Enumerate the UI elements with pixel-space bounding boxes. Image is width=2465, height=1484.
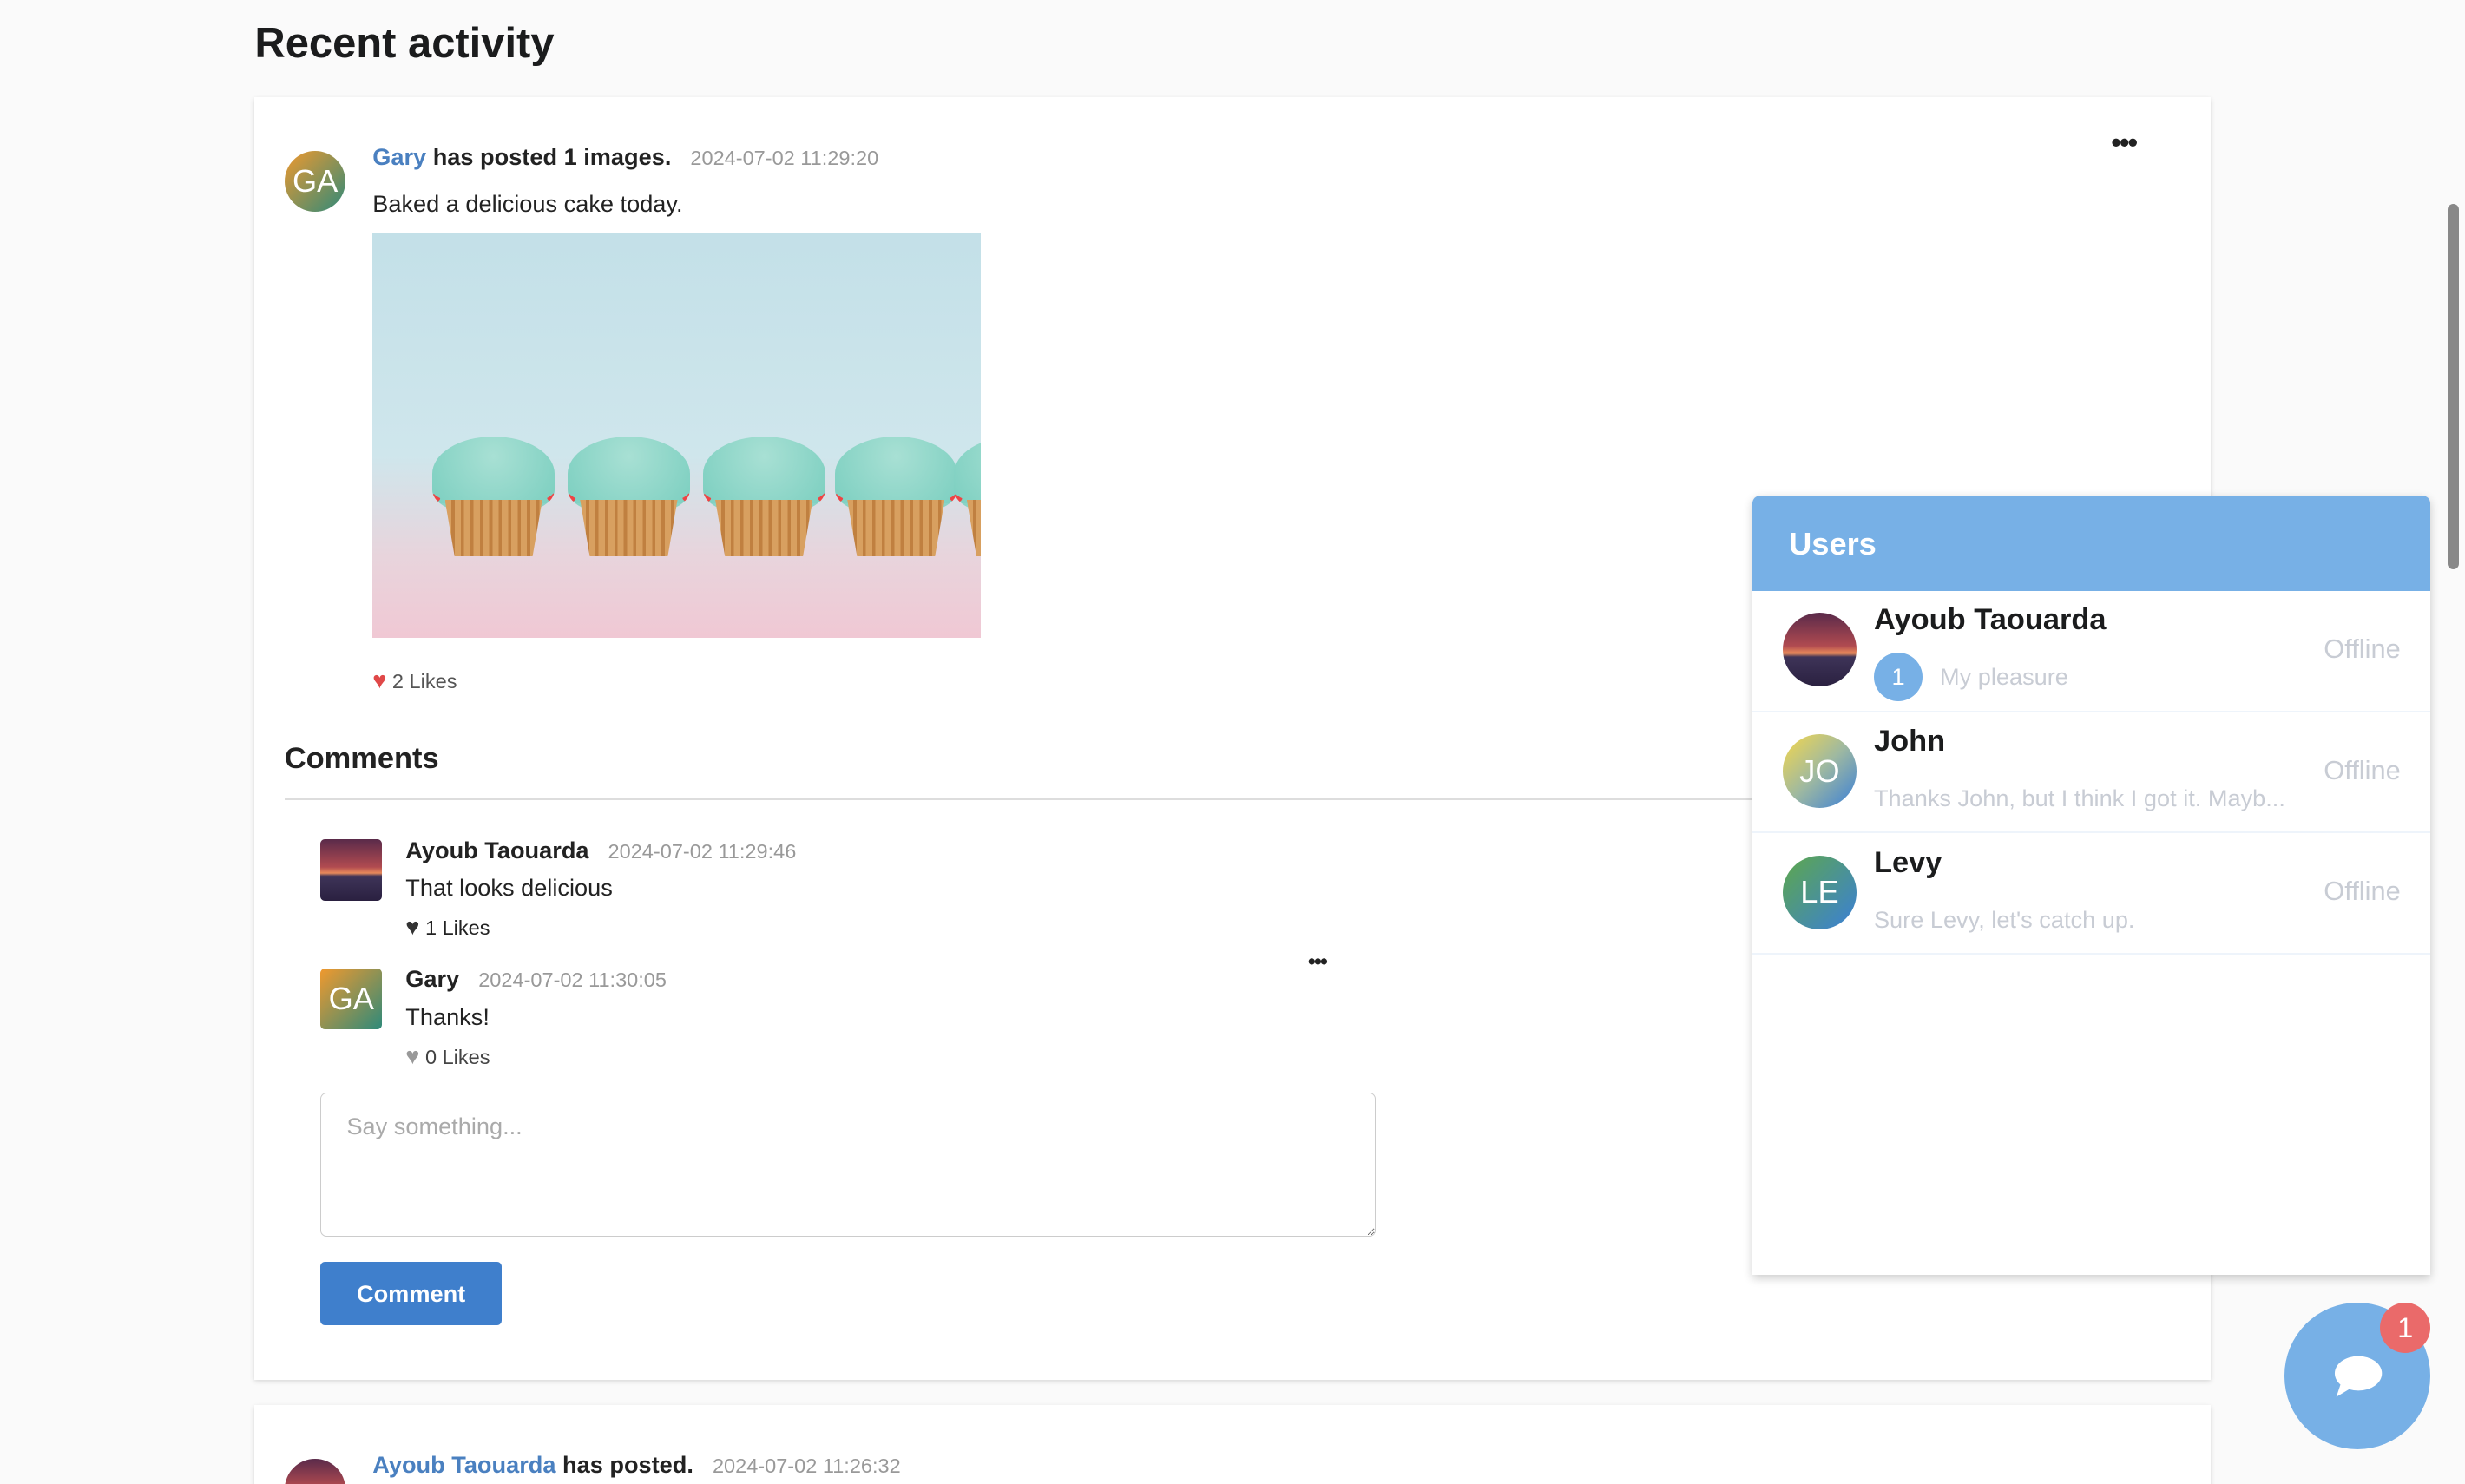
timestamp: 2024-07-02 11:26:32 xyxy=(712,1454,901,1477)
post-image[interactable] xyxy=(372,233,982,639)
avatar[interactable]: GA xyxy=(320,968,383,1030)
last-message: Thanks John, but I think I got it. Mayb.… xyxy=(1873,784,2285,811)
user-name: Ayoub Taouarda xyxy=(1873,603,2107,637)
avatar: JO xyxy=(1782,733,1857,809)
user-name: Levy xyxy=(1873,845,1942,879)
user-name: John xyxy=(1873,725,1946,758)
user-item[interactable]: LE Levy Sure Levy, let's catch up. Offli… xyxy=(1752,833,2431,955)
author-link[interactable]: Gary xyxy=(372,143,426,170)
user-status: Offline xyxy=(2324,754,2401,785)
like-button[interactable]: ♥ 0 Likes xyxy=(405,1042,490,1070)
like-button[interactable]: ♥ 2 Likes xyxy=(372,666,457,694)
comment-button[interactable]: Comment xyxy=(320,1262,502,1325)
avatar[interactable] xyxy=(320,839,383,901)
likes-count: 1 Likes xyxy=(424,916,490,940)
comment-text: That looks delicious xyxy=(405,874,613,901)
post-action: has posted. xyxy=(562,1450,693,1478)
page-title: Recent activity xyxy=(254,19,555,67)
timestamp: 2024-07-02 11:30:05 xyxy=(478,969,667,992)
comment-author[interactable]: Ayoub Taouarda xyxy=(405,837,588,863)
post-action: has posted 1 images. xyxy=(432,142,672,170)
more-options-icon[interactable]: ••• xyxy=(2111,126,2138,159)
user-status: Offline xyxy=(2324,633,2401,664)
avatar: LE xyxy=(1782,855,1857,929)
user-item[interactable]: Ayoub Taouarda 1 My pleasure Offline xyxy=(1752,591,2431,712)
users-panel-title: Users xyxy=(1752,495,2431,591)
activity-post: Ayoub Taouarda has posted. 2024-07-02 11… xyxy=(254,1405,2211,1484)
post-header: Ayoub Taouarda has posted. 2024-07-02 11… xyxy=(372,1451,900,1479)
users-panel: Users Ayoub Taouarda 1 My pleasure Offlin… xyxy=(1752,495,2431,1275)
comments-title: Comments xyxy=(284,741,439,775)
more-options-icon[interactable]: ••• xyxy=(1308,949,1328,975)
scrollbar[interactable] xyxy=(2448,204,2459,569)
like-button[interactable]: ♥ 1 Likes xyxy=(405,913,490,941)
avatar[interactable] xyxy=(284,1458,346,1484)
comment-author[interactable]: Gary xyxy=(405,965,459,992)
comment-header: Gary 2024-07-02 11:30:05 xyxy=(405,965,667,993)
heart-icon: ♥ xyxy=(372,666,387,693)
timestamp: 2024-07-02 11:29:46 xyxy=(608,839,797,863)
comment-header: Ayoub Taouarda 2024-07-02 11:29:46 xyxy=(405,837,796,864)
author-link[interactable]: Ayoub Taouarda xyxy=(372,1451,555,1478)
user-status: Offline xyxy=(2324,876,2401,907)
post-text: Baked a delicious cake today. xyxy=(372,190,683,218)
unread-badge: 1 xyxy=(1873,652,1923,701)
comment-input[interactable] xyxy=(320,1092,1376,1238)
timestamp: 2024-07-02 11:29:20 xyxy=(690,146,879,169)
comment-text: Thanks! xyxy=(405,1002,490,1030)
last-message: 1 My pleasure xyxy=(1873,652,2068,701)
last-message-text: My pleasure xyxy=(1940,662,2068,690)
likes-count: 0 Likes xyxy=(424,1045,490,1068)
likes-count: 2 Likes xyxy=(391,669,457,693)
user-item[interactable]: JO John Thanks John, but I think I got i… xyxy=(1752,712,2431,834)
post-header: Gary has posted 1 images. 2024-07-02 11:… xyxy=(372,143,878,171)
avatar[interactable]: GA xyxy=(284,150,346,213)
heart-icon: ♥ xyxy=(405,1041,420,1069)
avatar xyxy=(1782,613,1857,687)
app: Recent activity GA Gary has posted 1 ima… xyxy=(0,0,2465,1484)
last-message: Sure Levy, let's catch up. xyxy=(1873,905,2135,933)
heart-icon: ♥ xyxy=(405,913,420,941)
